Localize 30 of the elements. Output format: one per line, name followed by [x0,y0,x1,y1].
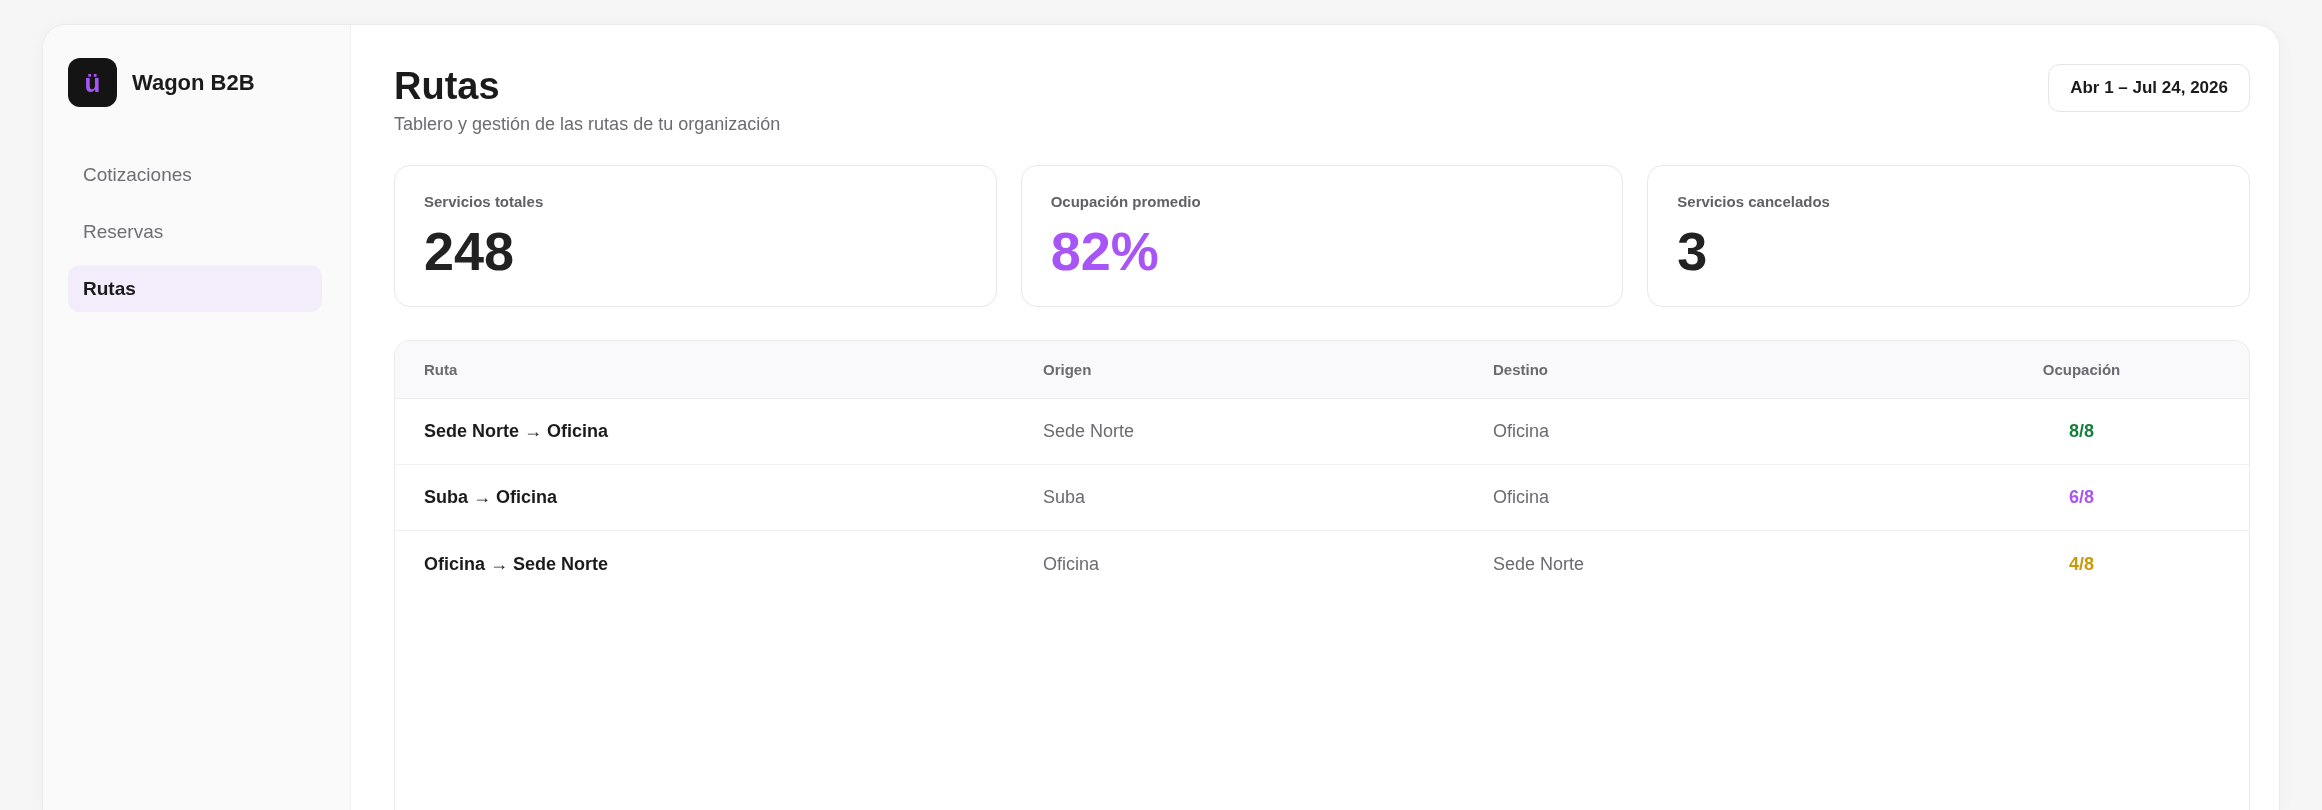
page-subtitle: Tablero y gestión de las rutas de tu organización [394,113,781,135]
column-header: Ocupación [2042,361,2121,378]
occupancy-cell: 8/8 [2069,421,2094,442]
table-cell: Oficina → Sede Norte [424,553,609,575]
brand-name: Wagon B2B [132,68,255,97]
column-header: Ruta [424,361,458,378]
table-cell: Oficina [1493,487,1550,508]
stat-label: Servicios cancelados [1677,192,1830,212]
table-cell: Sede Norte → Oficina [424,421,609,442]
table-cell: Oficina [1493,421,1550,442]
stat-value: 82% [1050,221,1159,281]
stat-value: 248 [424,221,515,281]
page-title: Rutas [394,64,500,108]
app-logo: ü [68,58,117,107]
table-cell: Sede Norte [1043,421,1135,442]
occupancy-cell: 6/8 [2069,487,2094,508]
column-header: Origen [1043,361,1092,378]
table-cell: Sede Norte [1493,553,1585,575]
nav-item[interactable]: Rutas [68,265,322,312]
stat-value: 3 [1677,221,1708,281]
table-cell: Oficina [1043,553,1100,575]
occupancy-cell: 4/8 [2069,553,2094,575]
stat-label: Ocupación promedio [1050,192,1201,212]
table-cell: Suba [1043,487,1086,508]
nav-item[interactable]: Reservas [68,208,322,255]
table-cell: Suba → Oficina [424,487,558,508]
nav-item[interactable]: Cotizaciones [68,151,322,198]
stat-label: Servicios totales [424,192,544,212]
date-range-button[interactable]: Abr 1 – Jul 24, 2026 [2048,64,2250,112]
column-header: Destino [1493,361,1548,378]
